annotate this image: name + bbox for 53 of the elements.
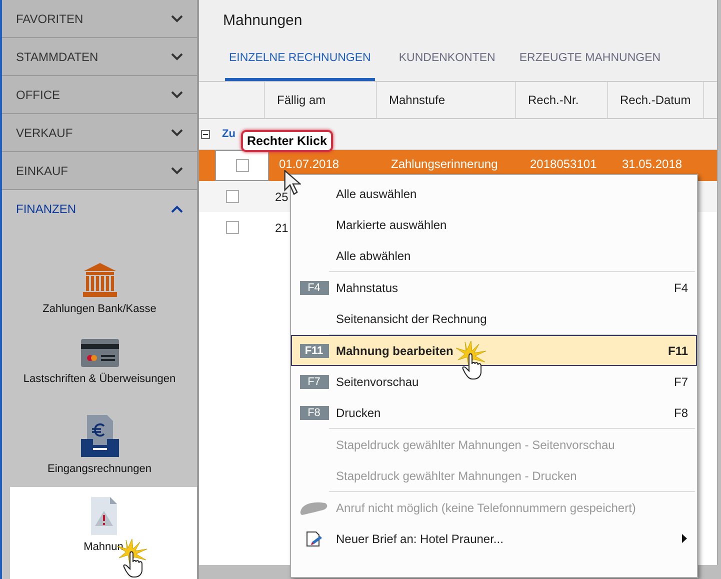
menu-item[interactable]: Neuer Brief an: Hotel Prauner... <box>291 523 697 554</box>
annotation-callout: Rechter Klick <box>241 130 333 152</box>
row-checkbox[interactable] <box>226 221 238 234</box>
menu-item[interactable]: Alle auswählen <box>291 178 697 209</box>
sidebar-section[interactable]: EINKAUF <box>2 152 197 190</box>
sidebar-section[interactable]: OFFICE <box>2 76 197 114</box>
key-badge: F8 <box>300 406 328 420</box>
column-header[interactable]: Mahnstufe <box>377 82 516 118</box>
chevron-down-icon <box>171 90 183 98</box>
sidebar-app-item[interactable]: Lastschriften & Überweisungen <box>2 339 197 415</box>
table-cell: 31.05.2018 <box>622 157 682 171</box>
menu-item[interactable]: Alle abwählen <box>291 240 697 271</box>
tab[interactable]: KUNDENKONTEN <box>398 52 496 81</box>
key-badge: F11 <box>300 344 328 358</box>
click-hand-icon <box>455 340 489 380</box>
sidebar-app-item[interactable]: Mahnun <box>10 487 197 579</box>
table-cell: 2018053101 <box>530 157 597 171</box>
sidebar-section[interactable]: FAVORITEN <box>2 0 197 38</box>
table-cell: 21 <box>275 221 288 235</box>
row-checkbox[interactable] <box>236 159 248 172</box>
tab[interactable]: ERZEUGTE MAHNUNGEN <box>519 52 661 81</box>
chevron-down-icon <box>171 14 183 22</box>
table-cell: Zahlungserinnerung <box>391 157 498 171</box>
credit-card-icon <box>80 339 118 367</box>
menu-item[interactable]: F11 Mahnung bearbeiten F11 <box>291 335 697 366</box>
table-cell: 01.07.2018 <box>279 157 340 171</box>
collapse-toggle[interactable] <box>201 130 210 138</box>
window-title: Mahnungen <box>222 11 304 31</box>
sidebar-section[interactable]: STAMMDATEN <box>2 38 197 76</box>
menu-item[interactable]: F4 Mahnstatus F4 <box>291 272 697 303</box>
sidebar-app-item[interactable]: Zahlungen Bank/Kasse <box>2 263 197 339</box>
sidebar-section[interactable]: VERKAUF <box>2 114 197 152</box>
column-header[interactable]: Rech.-Nr. <box>516 82 608 118</box>
column-header[interactable]: Fällig am <box>265 82 377 118</box>
group-label: Zu <box>222 128 236 140</box>
chevron-up-icon <box>171 204 183 212</box>
row-checkbox[interactable] <box>226 190 238 203</box>
chevron-down-icon <box>171 128 183 136</box>
menu-item[interactable]: Seitenansicht der Rechnung <box>291 303 697 334</box>
submenu-arrow-icon <box>682 534 688 543</box>
warning-document-icon <box>90 497 116 535</box>
menu-item[interactable]: F7 Seitenvorschau F7 <box>291 366 697 397</box>
menu-item[interactable]: Markierte auswählen <box>291 209 697 240</box>
inbox-document-icon <box>80 415 118 457</box>
letter-pen-icon <box>305 530 323 548</box>
bank-icon <box>82 263 118 297</box>
key-badge: F7 <box>300 374 328 388</box>
menu-item[interactable]: F8 Drucken F8 <box>291 397 697 428</box>
table-cell: 25 <box>275 190 288 204</box>
key-badge: F4 <box>300 280 328 294</box>
chevron-down-icon <box>171 52 183 60</box>
column-header[interactable]: Rech.-Datum <box>608 82 704 118</box>
chevron-down-icon <box>171 166 183 174</box>
